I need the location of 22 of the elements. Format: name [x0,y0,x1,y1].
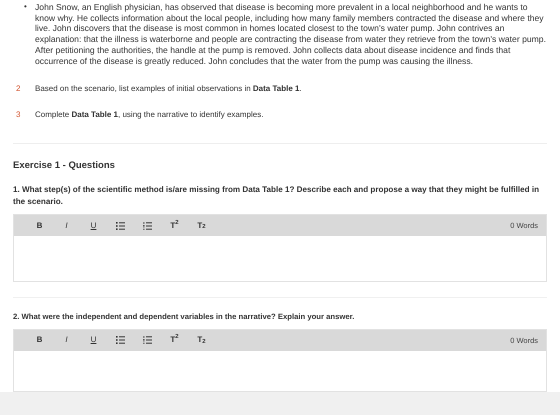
bulleted-list-icon [116,222,125,230]
underline-button[interactable]: U [80,216,107,236]
script-button[interactable]: T$^{2}$ [161,216,188,236]
scenario-paragraph: John Snow, an English physician, has observed that disease is becoming more prevalent in a local neighborhood and he wants to know why. He collects information about the local people, including how many family members contracted the disease and where they live. John discovers that the disease is most common in homes located closest to the town’s water pump. John contrives an explanation: that the illness is waterborne and people are contracting the disease from water they retrieve from the town’s water pump. After petitioning the authorities, the handle at the pump is removed. John collects data about disease incidence and finds that occurrence of the disease is greatly reduced. John concludes that the water from the pump was causing the illness. [35,2,547,66]
script-button[interactable]: T$^{2}$ [161,330,188,350]
numbered-list-icon [143,336,152,344]
step-text: Based on the scenario, list examples of initial observations in Data Table 1. [35,83,302,96]
step-number: 3 [15,109,22,122]
bullet: • [24,2,28,13]
script-button[interactable]: T$_{2}$ [188,216,215,236]
underline-button[interactable]: U [80,330,107,350]
question-text: 1. What step(s) of the scientific method is/are missing from Data Table 1? Describe each and propose a way that they might be fulfilled in the scenario. [13,184,540,208]
script-button[interactable]: T$_{2}$ [188,330,215,350]
bold-button[interactable]: B [26,330,53,350]
bold-button[interactable]: B [26,216,53,236]
step-text: Complete Data Table 1, using the narrative to identify examples. [35,109,264,122]
numbered-list-icon [143,222,152,230]
italic-button[interactable]: I [53,330,80,350]
bulleted-list-icon [116,336,125,344]
italic-button[interactable]: I [53,216,80,236]
step-number: 2 [15,83,22,96]
section-title: Exercise 1 - Questions [13,159,116,174]
